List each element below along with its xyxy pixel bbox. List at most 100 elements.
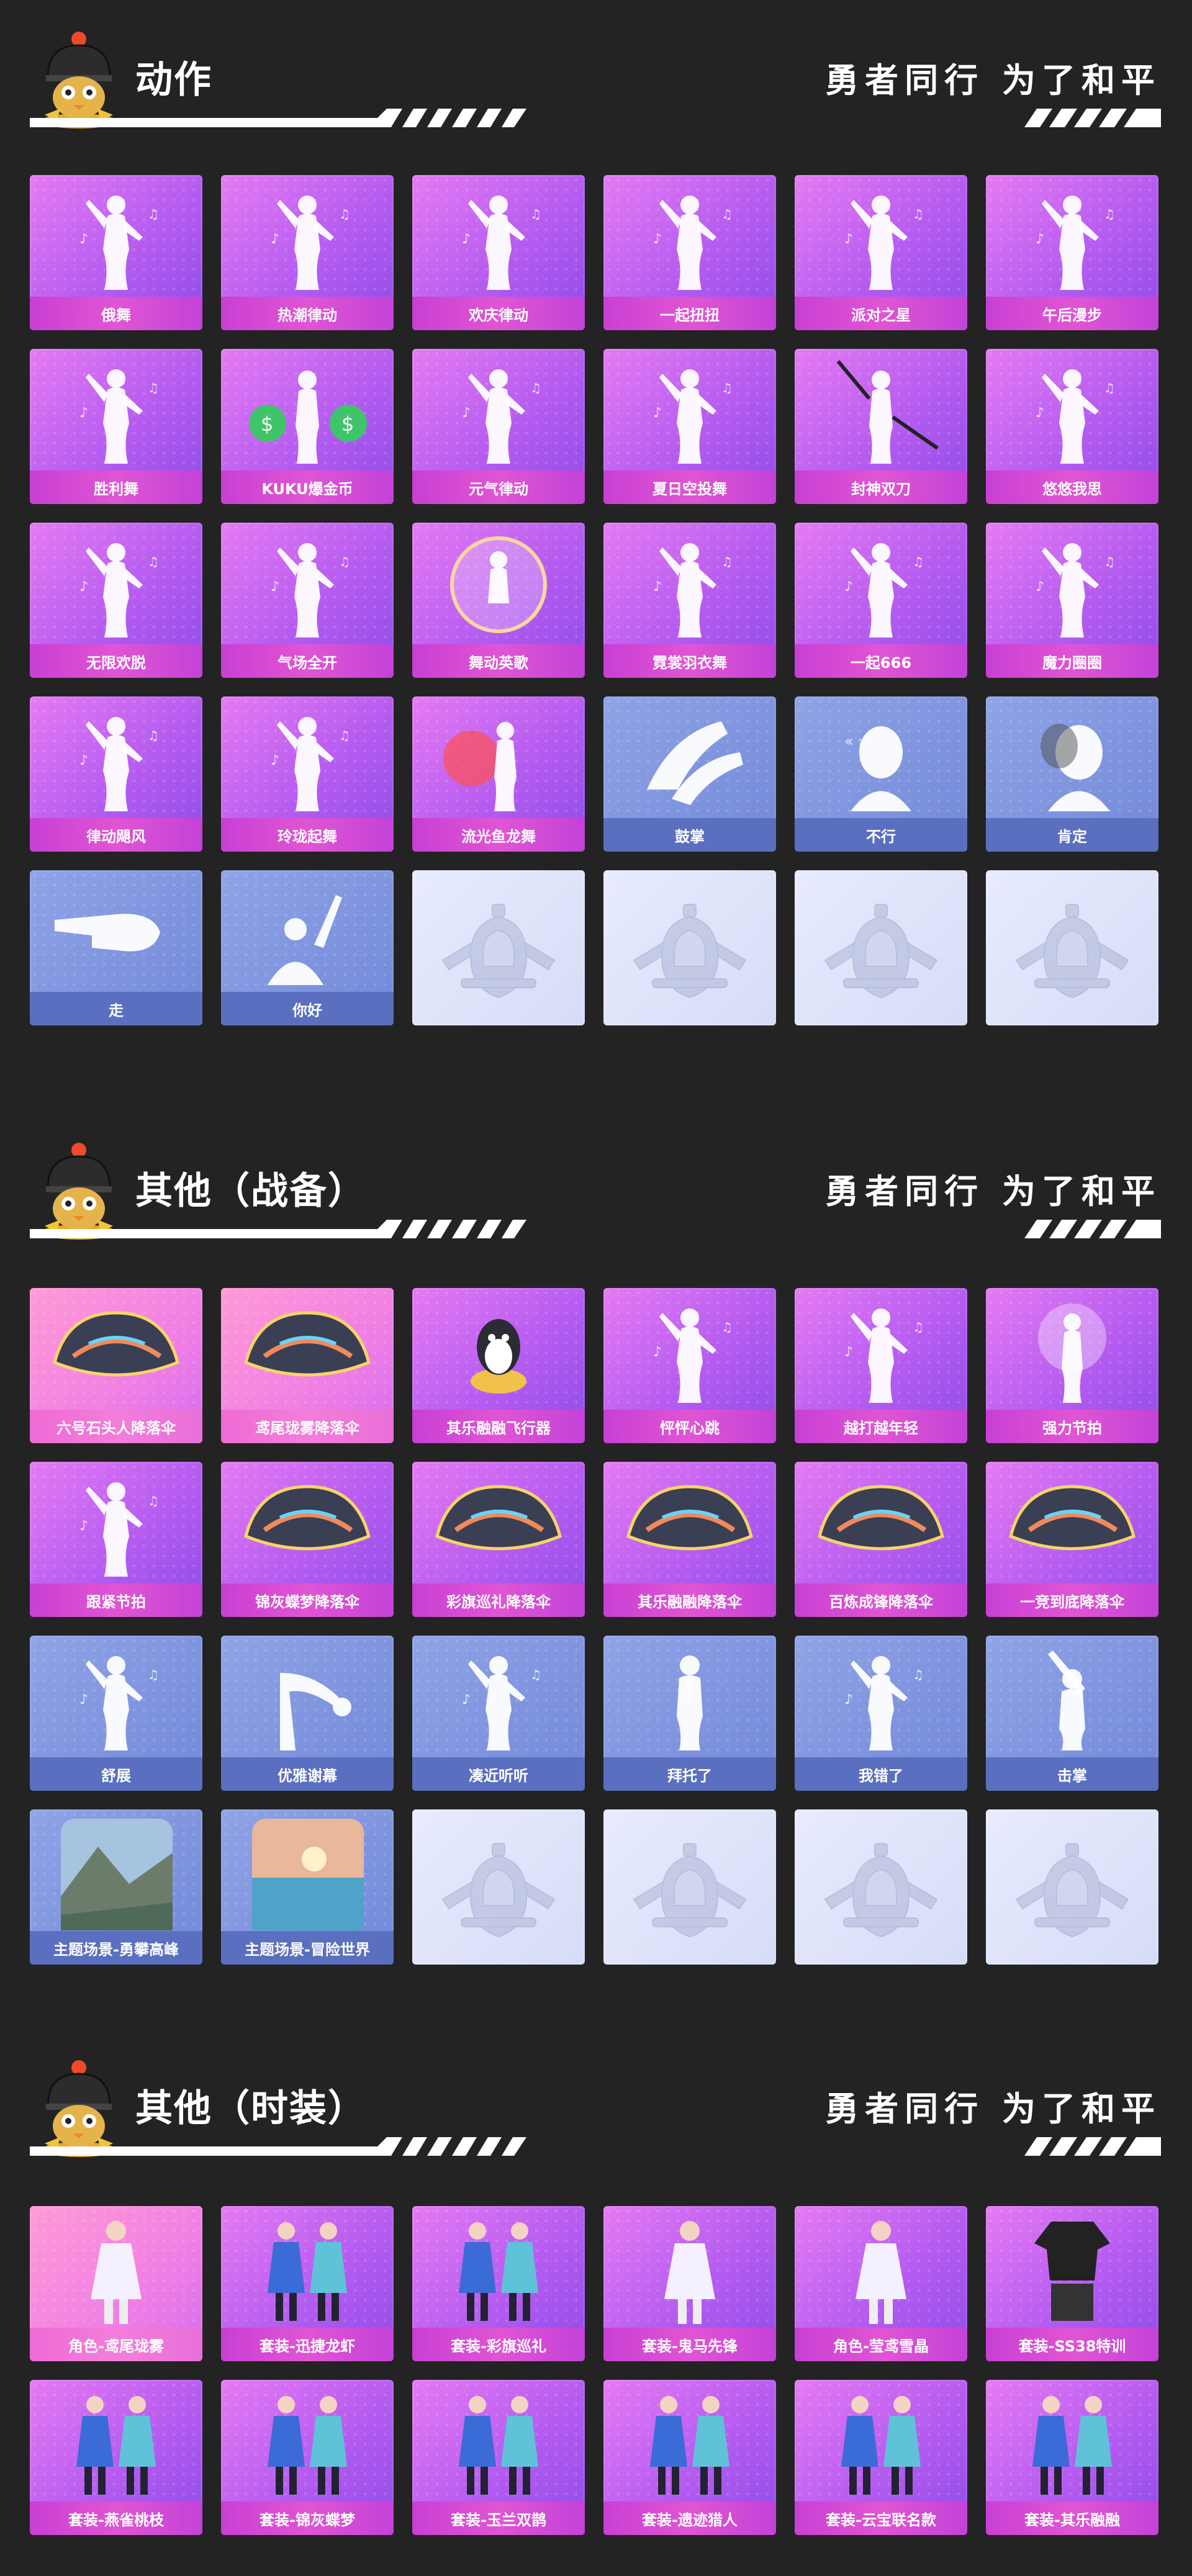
item-label: 无限欢脱 xyxy=(30,644,202,678)
svg-text:♫: ♫ xyxy=(339,554,350,569)
reward-item-card[interactable]: 肯定 xyxy=(986,696,1158,852)
svg-text:♪: ♪ xyxy=(653,1344,662,1360)
item-label: 套装-燕雀桃枝 xyxy=(30,2502,202,2535)
parachute-icon xyxy=(244,1485,371,1551)
svg-text:♪: ♪ xyxy=(653,232,662,247)
reward-item-card[interactable]: 主题场景-勇攀高峰 xyxy=(30,1809,202,1965)
reward-item-card[interactable]: 舞动英歌 xyxy=(412,523,585,678)
reward-item-card[interactable]: 流光鱼龙舞 xyxy=(412,696,585,852)
svg-text:♪: ♪ xyxy=(844,232,853,247)
item-label: 舒展 xyxy=(30,1757,202,1791)
outfit-pair-icon xyxy=(76,2396,156,2495)
reward-item-card[interactable]: 你好 xyxy=(221,870,394,1025)
reward-item-card[interactable]: 锦灰蝶梦降落伞 xyxy=(221,1462,394,1617)
reward-item-card[interactable]: 套装-玉兰双鹊 xyxy=(412,2380,585,2535)
reward-item-card[interactable]: ♪ ♫ 元气律动 xyxy=(412,349,585,504)
item-label: 舞动英歌 xyxy=(412,644,585,678)
reward-item-card[interactable]: 其乐融融降落伞 xyxy=(603,1462,776,1617)
reward-item-card[interactable]: ♪ ♫ 无限欢脱 xyxy=(30,523,202,678)
reward-item-card[interactable]: 主题场景-冒险世界 xyxy=(221,1809,394,1965)
item-label: 封神双刀 xyxy=(795,471,967,504)
reward-item-card[interactable]: 套装-燕雀桃枝 xyxy=(30,2380,202,2535)
parachute-icon xyxy=(435,1485,562,1551)
reward-item-card[interactable]: 角色-莹鸢雪晶 xyxy=(795,2206,967,2361)
reward-item-card[interactable]: ♪ ♫ 悠悠我思 xyxy=(986,349,1158,504)
outfit-character-icon xyxy=(856,2221,906,2324)
svg-text:♪: ♪ xyxy=(1036,405,1044,421)
reward-item-card[interactable]: $ $ KUKU爆金币 xyxy=(221,349,394,504)
section-header: 动作 勇者同行 为了和平 xyxy=(0,0,1192,130)
svg-text:♫: ♫ xyxy=(1104,554,1115,569)
reward-item-card[interactable]: « » 不行 xyxy=(795,696,967,852)
slogan: 勇者同行 为了和平 xyxy=(825,2089,1161,2128)
item-label: 优雅谢幕 xyxy=(221,1757,394,1791)
reward-item-card[interactable]: 走 xyxy=(30,870,202,1025)
dancer-silhouette-icon: ♪ ♫ xyxy=(1036,369,1115,464)
svg-text:♫: ♫ xyxy=(530,207,541,222)
reward-item-card[interactable]: 鼓掌 xyxy=(603,696,776,852)
item-label: 俄舞 xyxy=(30,297,202,330)
reward-item-card[interactable]: 六号石头人降落伞 xyxy=(30,1288,202,1443)
svg-text:♪: ♪ xyxy=(844,1344,853,1360)
reward-item-card[interactable]: ♪ ♫ 凑近听听 xyxy=(412,1636,585,1791)
reward-item-card[interactable]: 其乐融融飞行器 xyxy=(412,1288,585,1443)
reward-item-card[interactable]: 套装-迅捷龙虾 xyxy=(221,2206,394,2361)
reward-item-card[interactable]: ♪ ♫ 越打越年轻 xyxy=(795,1288,967,1443)
reward-item-card[interactable]: 套装-鬼马先锋 xyxy=(603,2206,776,2361)
reward-item-card[interactable]: ♪ ♫ 怦怦心跳 xyxy=(603,1288,776,1443)
item-label: 元气律动 xyxy=(412,471,585,504)
reward-item-card[interactable]: 套装-SS38特训 xyxy=(986,2206,1158,2361)
reward-item-card[interactable]: ♪ ♫ 我错了 xyxy=(795,1636,967,1791)
reward-item-card[interactable]: ♪ ♫ 霓裳羽衣舞 xyxy=(603,523,776,678)
item-label: 一竞到底降落伞 xyxy=(986,1583,1158,1617)
svg-text:♫: ♫ xyxy=(721,381,733,395)
reward-item-card[interactable]: ♪ ♫ 夏日空投舞 xyxy=(603,349,776,504)
reward-item-card[interactable]: ♪ ♫ 一起666 xyxy=(795,523,967,678)
outfit-pair-icon xyxy=(841,2396,921,2495)
reward-item-card[interactable]: 套装-云宝联名款 xyxy=(795,2380,967,2535)
section-title: 其他（战备） xyxy=(135,1169,366,1213)
reward-item-card[interactable]: ♪ ♫ 午后漫步 xyxy=(986,175,1158,330)
reward-item-card[interactable]: 套装-彩旗巡礼 xyxy=(412,2206,585,2361)
dancer-silhouette-icon: ♪ ♫ xyxy=(271,543,350,637)
sword-dancer-icon xyxy=(836,360,939,464)
item-label: 一起666 xyxy=(795,644,967,678)
reward-item-card[interactable]: ♪ ♫ 俄舞 xyxy=(30,175,202,330)
reward-item-card[interactable]: ♪ ♫ 欢庆律动 xyxy=(412,175,585,330)
reward-item-card[interactable]: ♪ ♫ 胜利舞 xyxy=(30,349,202,504)
reward-item-card[interactable]: 角色-鸢尾珑雾 xyxy=(30,2206,202,2361)
item-label: 玲珑起舞 xyxy=(221,818,394,852)
reward-item-card[interactable]: 百炼成锋降落伞 xyxy=(795,1462,967,1617)
reward-item-card[interactable]: 一竞到底降落伞 xyxy=(986,1462,1158,1617)
empty-slot-card xyxy=(986,870,1158,1025)
reward-item-card[interactable]: ♪ ♫ 律动飓风 xyxy=(30,696,202,852)
high-five-icon xyxy=(1048,1651,1085,1750)
dancer-silhouette-icon: ♪ ♫ xyxy=(271,717,350,811)
reward-item-card[interactable]: 套装-锦灰蝶梦 xyxy=(221,2380,394,2535)
reward-item-card[interactable]: ♪ ♫ 玲珑起舞 xyxy=(221,696,394,852)
reward-item-card[interactable]: ♪ ♫ 跟紧节拍 xyxy=(30,1462,202,1617)
reward-item-card[interactable]: ♪ ♫ 舒展 xyxy=(30,1636,202,1791)
reward-item-card[interactable]: ♪ ♫ 热潮律动 xyxy=(221,175,394,330)
reward-item-card[interactable]: 击掌 xyxy=(986,1636,1158,1791)
reward-item-card[interactable]: 套装-遗迹猎人 xyxy=(603,2380,776,2535)
reward-item-card[interactable]: ♪ ♫ 魔力圈圈 xyxy=(986,523,1158,678)
reward-item-card[interactable]: 鸢尾珑雾降落伞 xyxy=(221,1288,394,1443)
reward-item-card[interactable]: ♪ ♫ 派对之星 xyxy=(795,175,967,330)
reward-item-card[interactable]: ♪ ♫ 气场全开 xyxy=(221,523,394,678)
item-label: 凑近听听 xyxy=(412,1757,585,1791)
reward-item-card[interactable]: ♪ ♫ 一起扭扭 xyxy=(603,175,776,330)
reward-item-card[interactable]: 优雅谢幕 xyxy=(221,1636,394,1791)
reward-item-card[interactable]: 拜托了 xyxy=(603,1636,776,1791)
reward-item-card[interactable]: 强力节拍 xyxy=(986,1288,1158,1443)
reward-item-card[interactable]: 封神双刀 xyxy=(795,349,967,504)
reward-item-card[interactable]: 彩旗巡礼降落伞 xyxy=(412,1462,585,1617)
pubg-emblem-icon xyxy=(824,1843,938,1938)
item-label: 欢庆律动 xyxy=(412,297,585,330)
item-label: 派对之星 xyxy=(795,297,967,330)
reward-item-card[interactable]: 套装-其乐融融 xyxy=(986,2380,1158,2535)
item-label: 流光鱼龙舞 xyxy=(412,818,585,852)
svg-text:♪: ♪ xyxy=(79,753,88,768)
outfit-character-icon xyxy=(664,2221,715,2324)
item-label: 霓裳羽衣舞 xyxy=(603,644,776,678)
